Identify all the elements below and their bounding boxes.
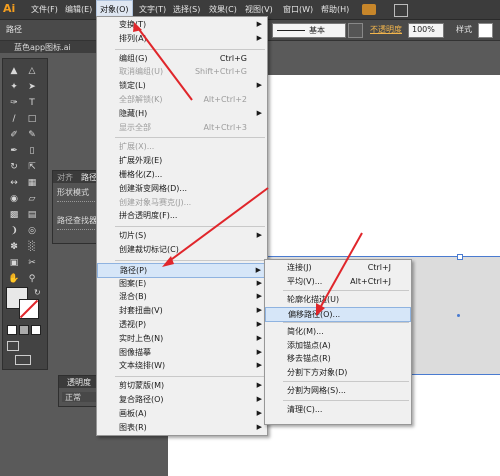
annotation-arrows bbox=[133, 22, 363, 316]
watermark-site: 脚本之家 bbox=[433, 456, 494, 474]
arrowhead-offset-path bbox=[316, 303, 325, 316]
arrow-to-object-menu bbox=[137, 27, 193, 101]
watermark: jb51.net 脚本之家 bbox=[433, 441, 494, 474]
arrow-to-path-item bbox=[167, 187, 269, 263]
arrow-to-offset-path bbox=[319, 232, 363, 309]
watermark-url: jb51.net bbox=[432, 441, 494, 456]
